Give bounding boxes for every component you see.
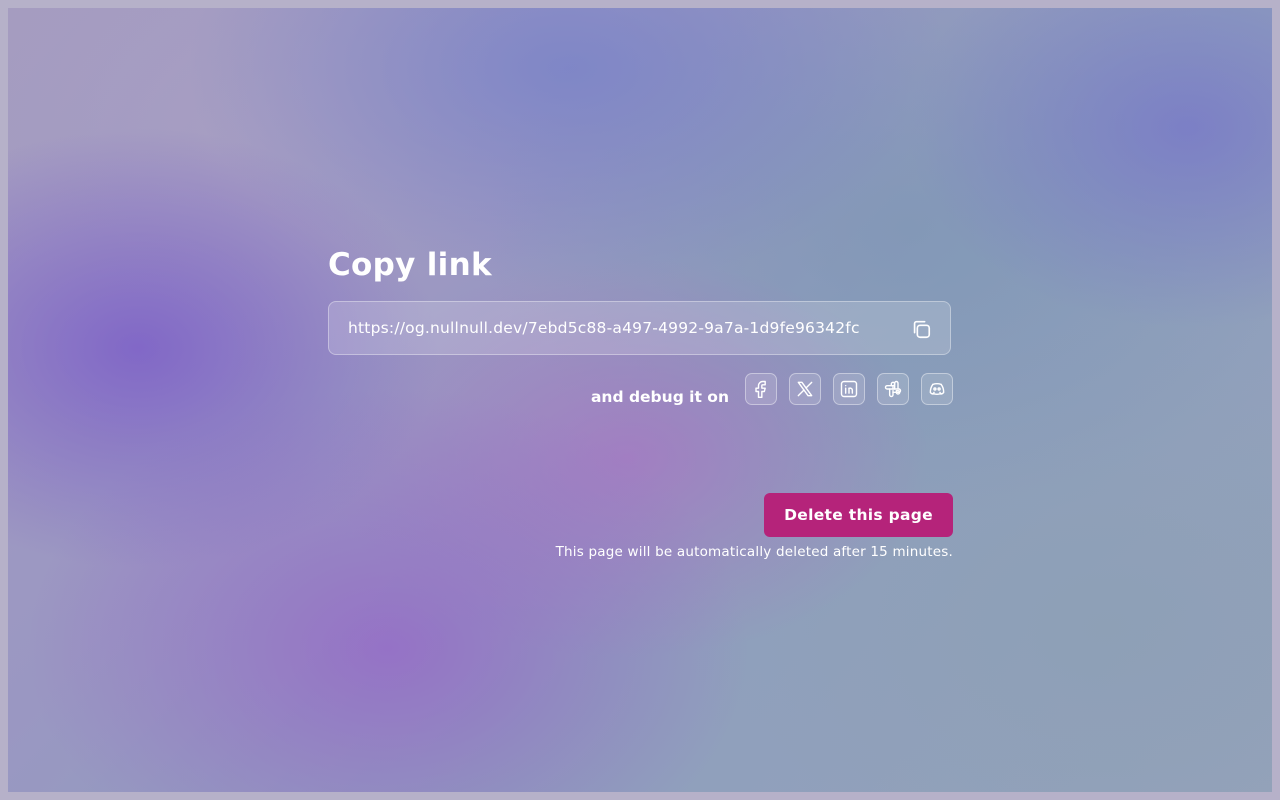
discord-debug-button[interactable] bbox=[921, 373, 953, 405]
linkedin-debug-button[interactable] bbox=[833, 373, 865, 405]
facebook-icon bbox=[755, 380, 766, 399]
page-title: Copy link bbox=[328, 247, 492, 283]
x-debug-button[interactable] bbox=[789, 373, 821, 405]
slack-debug-button[interactable] bbox=[877, 373, 909, 405]
window-frame: Copy link https://og.nullnull.dev/7ebd5c… bbox=[0, 0, 1280, 800]
share-link-field[interactable]: https://og.nullnull.dev/7ebd5c88-a497-49… bbox=[328, 301, 951, 355]
x-icon bbox=[797, 381, 813, 397]
auto-delete-note: This page will be automatically deleted … bbox=[555, 544, 953, 560]
facebook-debug-button[interactable] bbox=[745, 373, 777, 405]
slack-icon bbox=[884, 380, 902, 398]
copy-link-button[interactable] bbox=[908, 316, 934, 342]
copy-icon bbox=[913, 320, 931, 339]
linkedin-icon bbox=[840, 380, 858, 398]
debug-label: and debug it on bbox=[590, 388, 729, 406]
gradient-background: Copy link https://og.nullnull.dev/7ebd5c… bbox=[8, 8, 1272, 792]
debug-platform-list bbox=[745, 373, 953, 405]
share-panel: Copy link https://og.nullnull.dev/7ebd5c… bbox=[328, 247, 953, 560]
discord-icon bbox=[929, 383, 945, 395]
debug-row: and debug it on bbox=[328, 373, 953, 407]
share-link-url[interactable]: https://og.nullnull.dev/7ebd5c88-a497-49… bbox=[348, 319, 860, 337]
delete-page-button[interactable]: Delete this page bbox=[764, 493, 953, 537]
